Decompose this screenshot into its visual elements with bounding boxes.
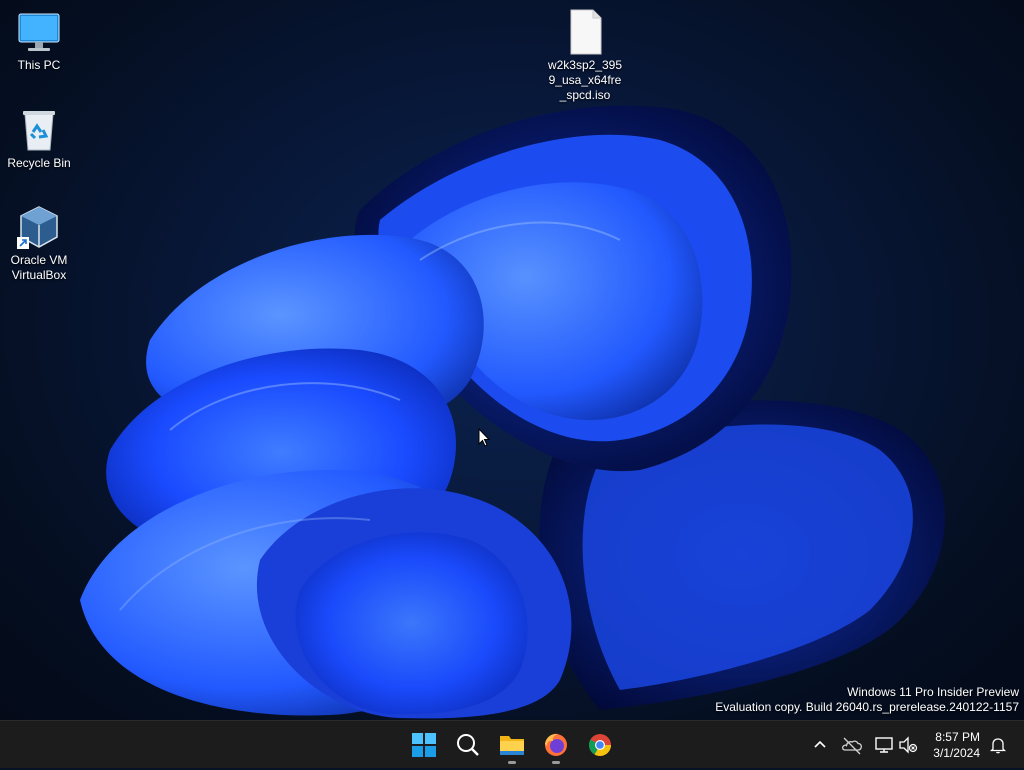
network-tray-button[interactable]	[872, 733, 896, 757]
notification-center-button[interactable]	[986, 733, 1010, 757]
network-icon	[875, 737, 893, 753]
onedrive-tray-button[interactable]	[840, 733, 864, 757]
desktop-icon-label: This PC	[17, 58, 61, 72]
firefox-icon	[545, 733, 567, 756]
desktop-icon-label: Oracle VM VirtualBox	[10, 253, 68, 282]
taskbar: 8:57 PM 3/1/2024	[0, 720, 1024, 768]
running-indicator	[552, 761, 560, 764]
notification-bell-icon	[989, 738, 1007, 754]
running-indicator	[508, 761, 516, 764]
show-hidden-icons-button[interactable]	[808, 733, 832, 757]
desktop-icon-recycle-bin[interactable]: Recycle Bin	[1, 106, 77, 171]
onedrive-icon	[841, 737, 862, 755]
desktop-icon-this-pc[interactable]: This PC	[1, 8, 77, 73]
file-explorer-icon	[500, 736, 524, 755]
volume-tray-button[interactable]	[896, 733, 920, 757]
chrome-icon	[589, 734, 611, 756]
desktop-icon-label: Recycle Bin	[7, 156, 71, 170]
bloom-wallpaper	[80, 105, 945, 719]
chevron-up-icon	[814, 740, 826, 748]
search-icon	[457, 734, 479, 756]
start-button[interactable]	[404, 725, 444, 765]
windows-start-icon	[412, 733, 436, 757]
taskbar-clock[interactable]: 8:57 PM 3/1/2024	[933, 729, 980, 761]
evaluation-watermark: Windows 11 Pro Insider Preview Evaluatio…	[715, 685, 1019, 715]
desktop[interactable]: This PC Recycle Bin Oracle VM VirtualBox	[0, 0, 1024, 720]
desktop-icon-iso-file[interactable]: w2k3sp2_3959_usa_x64fre_spcd.iso	[546, 8, 624, 103]
iso-file-icon	[561, 8, 609, 56]
this-pc-icon	[15, 8, 63, 56]
mouse-cursor-icon	[478, 428, 490, 447]
watermark-line-build: Evaluation copy. Build 26040.rs_prerelea…	[715, 700, 1019, 714]
chrome-button[interactable]	[580, 725, 620, 765]
firefox-button[interactable]	[536, 725, 576, 765]
volume-muted-icon	[899, 736, 918, 754]
watermark-line-edition: Windows 11 Pro Insider Preview	[847, 685, 1019, 699]
file-explorer-button[interactable]	[492, 725, 532, 765]
desktop-icon-label: w2k3sp2_3959_usa_x64fre_spcd.iso	[547, 58, 623, 102]
recycle-bin-icon	[15, 106, 63, 154]
desktop-icon-virtualbox[interactable]: Oracle VM VirtualBox	[1, 203, 77, 283]
search-button[interactable]	[448, 725, 488, 765]
virtualbox-icon	[15, 203, 63, 251]
clock-date: 3/1/2024	[933, 746, 980, 760]
clock-time: 8:57 PM	[935, 730, 980, 744]
